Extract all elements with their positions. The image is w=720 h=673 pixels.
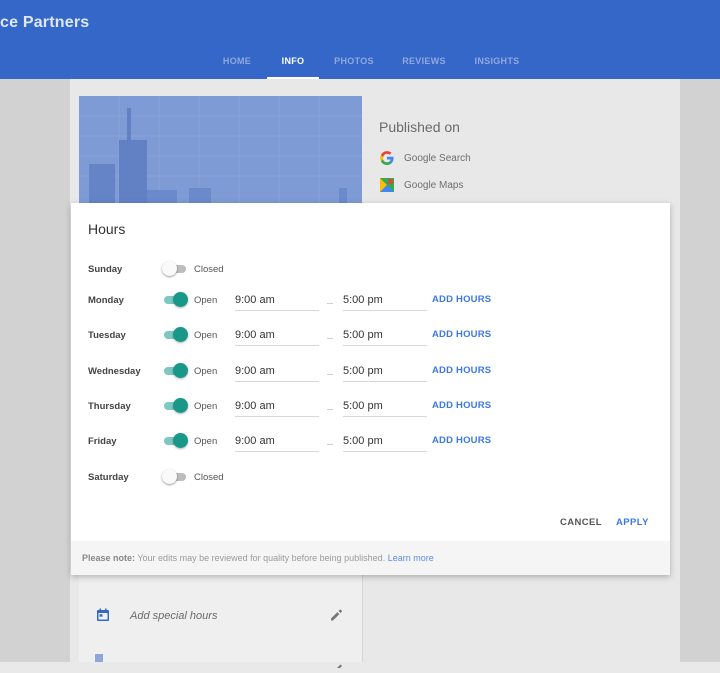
- published-google-search: Google Search: [379, 150, 471, 166]
- review-note: Please note: Your edits may be reviewed …: [82, 553, 434, 563]
- closing-time-input[interactable]: [343, 431, 427, 452]
- city-skyline-illustration: [79, 96, 362, 206]
- day-name: Thursday: [88, 401, 131, 412]
- add-hours-link[interactable]: ADD HOURS: [432, 400, 491, 411]
- add-special-hours-label: Add special hours: [130, 610, 218, 622]
- day-name: Saturday: [88, 472, 129, 483]
- add-hours-link[interactable]: ADD HOURS: [432, 365, 491, 376]
- note-body: Your edits may be reviewed for quality b…: [135, 553, 388, 563]
- learn-more-link[interactable]: Learn more: [388, 553, 434, 563]
- business-name: ce Partners: [0, 14, 90, 31]
- nav-tabs: HOME INFO PHOTOS REVIEWS INSIGHTS: [0, 56, 720, 79]
- day-status: Open: [194, 295, 218, 306]
- cancel-button[interactable]: CANCEL: [560, 517, 602, 528]
- day-row-sunday: Sunday Closed: [71, 259, 670, 281]
- day-toggle[interactable]: [162, 261, 188, 277]
- cover-photo: [79, 96, 362, 206]
- app-header: ce Partners HOME INFO PHOTOS REVIEWS INS…: [0, 0, 720, 79]
- day-toggle[interactable]: [162, 469, 188, 485]
- day-toggle[interactable]: [162, 398, 188, 414]
- add-hours-link[interactable]: ADD HOURS: [432, 294, 491, 305]
- opening-time-input[interactable]: [235, 431, 319, 452]
- google-search-label: Google Search: [404, 152, 471, 164]
- day-row-saturday: Saturday Closed: [71, 467, 670, 489]
- add-hours-link[interactable]: ADD HOURS: [432, 435, 491, 446]
- opening-time-input[interactable]: [235, 325, 319, 346]
- day-row-tuesday: Tuesday Open ADD HOURS: [71, 325, 670, 347]
- day-name: Wednesday: [88, 366, 141, 377]
- day-name: Sunday: [88, 264, 123, 275]
- time-separator: [327, 409, 333, 410]
- add-special-hours-row[interactable]: Add special hours: [79, 598, 362, 634]
- day-toggle[interactable]: [162, 363, 188, 379]
- day-row-wednesday: Wednesday Open ADD HOURS: [71, 361, 670, 383]
- day-row-friday: Friday Open ADD HOURS: [71, 431, 670, 453]
- day-name: Tuesday: [88, 330, 126, 341]
- day-status: Open: [194, 401, 218, 412]
- note-label: Please note:: [82, 553, 136, 563]
- dialog-title: Hours: [88, 221, 126, 237]
- day-row-thursday: Thursday Open ADD HOURS: [71, 396, 670, 418]
- opening-time-input[interactable]: [235, 361, 319, 382]
- closing-time-input[interactable]: [343, 290, 427, 311]
- day-name: Friday: [88, 436, 117, 447]
- opening-time-input[interactable]: [235, 290, 319, 311]
- google-g-icon: [379, 150, 395, 166]
- google-maps-icon: [379, 177, 395, 193]
- google-maps-label: Google Maps: [404, 179, 464, 191]
- closing-time-input[interactable]: [343, 325, 427, 346]
- time-separator: [327, 444, 333, 445]
- tab-home[interactable]: HOME: [219, 56, 255, 77]
- opening-time-input[interactable]: [235, 396, 319, 417]
- day-toggle[interactable]: [162, 433, 188, 449]
- time-separator: [327, 338, 333, 339]
- pencil-icon[interactable]: [329, 608, 343, 627]
- day-name: Monday: [88, 295, 124, 306]
- day-status: Open: [194, 366, 218, 377]
- hours-dialog: Hours Sunday Closed Monday Open ADD HOUR…: [71, 203, 670, 575]
- day-status: Open: [194, 330, 218, 341]
- day-status: Open: [194, 436, 218, 447]
- tab-photos[interactable]: PHOTOS: [334, 56, 374, 77]
- closing-time-input[interactable]: [343, 361, 427, 382]
- time-separator: [327, 374, 333, 375]
- day-toggle[interactable]: [162, 292, 188, 308]
- day-toggle[interactable]: [162, 327, 188, 343]
- calendar-icon: [96, 608, 110, 627]
- day-status: Closed: [194, 264, 224, 275]
- tab-insights[interactable]: INSIGHTS: [474, 56, 520, 77]
- time-separator: [327, 303, 333, 304]
- tab-info[interactable]: INFO: [267, 56, 319, 79]
- day-status: Closed: [194, 472, 224, 483]
- review-note-bar: Please note: Your edits may be reviewed …: [71, 541, 670, 575]
- closing-time-input[interactable]: [343, 396, 427, 417]
- apply-button[interactable]: APPLY: [616, 517, 649, 528]
- pencil-icon[interactable]: [329, 655, 343, 668]
- add-hours-link[interactable]: ADD HOURS: [432, 329, 491, 340]
- tab-reviews[interactable]: REVIEWS: [402, 56, 446, 77]
- published-on-title: Published on: [379, 119, 460, 135]
- day-row-monday: Monday Open ADD HOURS: [71, 290, 670, 312]
- location-icon: [95, 654, 103, 662]
- published-google-maps: Google Maps: [379, 177, 463, 193]
